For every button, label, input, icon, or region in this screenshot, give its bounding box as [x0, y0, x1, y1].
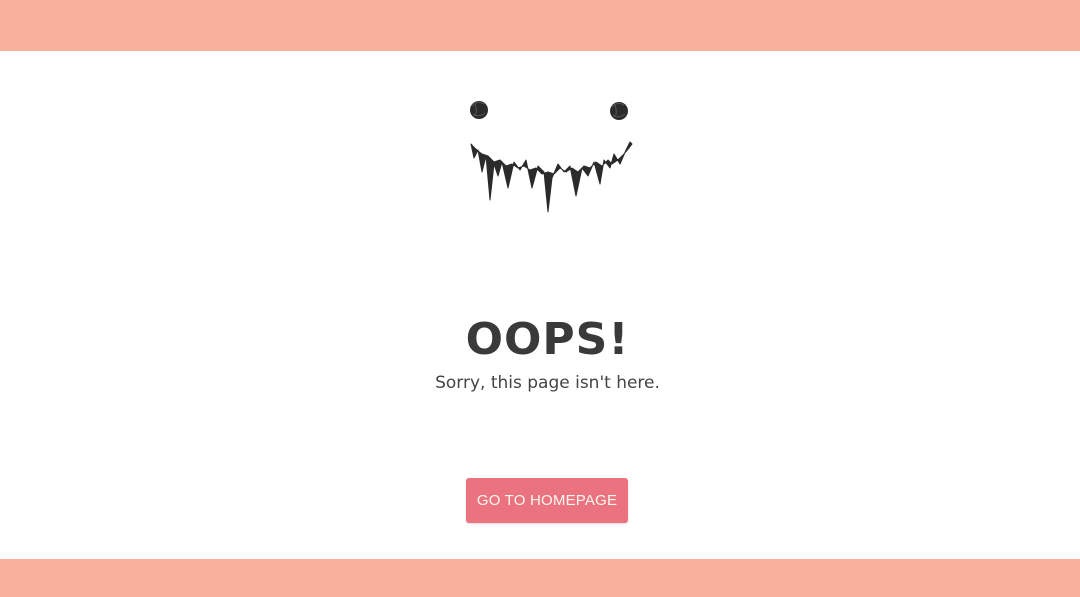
top-banner — [0, 0, 1080, 51]
bottom-banner — [0, 559, 1080, 597]
mouth-icon — [470, 141, 633, 213]
monster-face-icon — [470, 101, 633, 213]
error-title: OOPS! — [465, 314, 630, 365]
error-page: OOPS! Sorry, this page isn't here. GO TO… — [0, 0, 1080, 597]
left-eye-icon — [470, 101, 488, 119]
right-eye-icon — [610, 102, 628, 120]
error-message: Sorry, this page isn't here. — [435, 373, 660, 393]
go-to-homepage-button[interactable]: GO TO HOMEPAGE — [466, 478, 628, 523]
